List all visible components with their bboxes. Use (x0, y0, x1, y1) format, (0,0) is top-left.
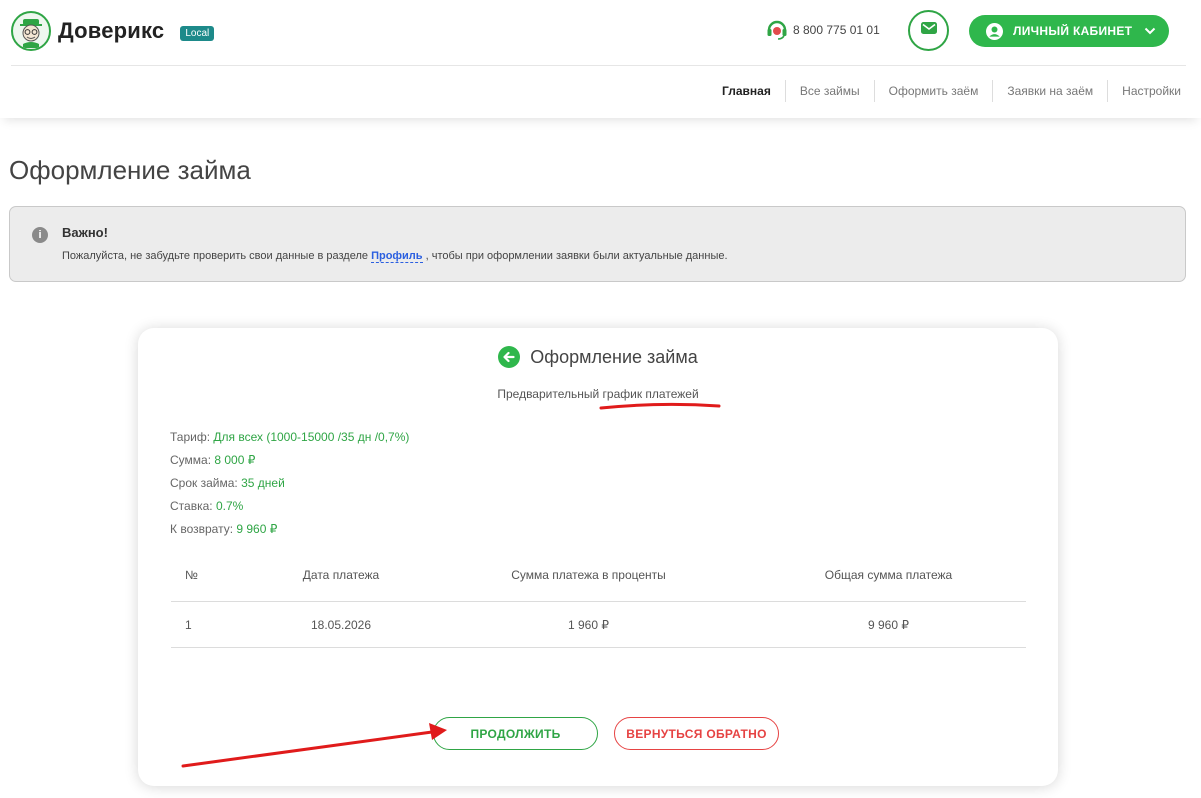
continue-button[interactable]: ПРОДОЛЖИТЬ (433, 717, 598, 750)
mail-icon (920, 19, 938, 42)
nav-item-all-loans[interactable]: Все займы (784, 80, 874, 102)
alert-text-before: Пожалуйста, не забудьте проверить свои д… (62, 250, 372, 262)
table-header-row: № Дата платежа Сумма платежа в проценты … (171, 568, 1026, 602)
cell-number: 1 (185, 618, 192, 632)
nav-item-home[interactable]: Главная (708, 80, 785, 102)
info-label: К возврату: (170, 522, 237, 536)
info-value: 0.7% (215, 499, 244, 513)
card-header: Оформление займа (138, 346, 1058, 368)
main-nav: Главная Все займы Оформить заём Заявки н… (708, 80, 1181, 102)
user-circle-icon (986, 22, 1003, 40)
loan-info: Тариф: Для всех (1000-15000 /35 дн /0,7%… (170, 429, 409, 544)
info-icon: i (32, 227, 48, 243)
cell-interest: 1 960 ₽ (568, 618, 609, 632)
nav-item-loan-requests[interactable]: Заявки на заём (992, 80, 1107, 102)
page-title: Оформление займа (9, 155, 251, 185)
card-title: Оформление займа (530, 346, 698, 367)
alert-text-after: , чтобы при оформлении заявки были актуа… (422, 250, 728, 262)
alert-title: Важно! (62, 225, 108, 240)
site-header: Доверикс Local 8 800 775 01 01 ЛИЧНЫЙ КА… (0, 0, 1201, 118)
go-back-button[interactable]: ВЕРНУТЬСЯ ОБРАТНО (614, 717, 779, 750)
back-arrow-icon[interactable] (498, 346, 521, 368)
column-header-interest: Сумма платежа в проценты (511, 568, 666, 582)
env-badge: Local (180, 25, 215, 41)
profile-link[interactable]: Профиль (371, 250, 423, 263)
cabinet-label: ЛИЧНЫЙ КАБИНЕТ (1013, 24, 1133, 38)
headset-icon (765, 18, 789, 43)
info-value: 9 960 ₽ (236, 522, 278, 536)
info-value: Для всех (1000-15000 /35 дн /0,7%) (213, 430, 410, 444)
cell-total: 9 960 ₽ (868, 618, 909, 632)
payment-schedule-table: № Дата платежа Сумма платежа в проценты … (171, 568, 1026, 648)
info-label: Тариф: (170, 430, 214, 444)
header-divider (11, 65, 1186, 66)
support-phone[interactable]: 8 800 775 01 01 (765, 18, 880, 42)
messages-button[interactable] (908, 10, 949, 51)
info-label: Ставка: (170, 499, 216, 513)
card-subtitle: Предварительный график платежей (497, 387, 699, 401)
nav-item-settings[interactable]: Настройки (1107, 80, 1181, 102)
nav-item-apply-loan[interactable]: Оформить заём (873, 80, 993, 102)
loan-application-card: Оформление займа Предварительный график … (138, 328, 1058, 786)
info-row-amount: Сумма: 8 000 ₽ (170, 452, 409, 475)
column-header-number: № (185, 568, 198, 582)
info-row-total: К возврату: 9 960 ₽ (170, 521, 409, 544)
info-label: Срок займа: (170, 476, 242, 490)
info-value: 8 000 ₽ (214, 453, 256, 467)
info-label: Сумма: (170, 453, 215, 467)
brand-logo[interactable]: Доверикс Local (11, 10, 215, 52)
column-header-date: Дата платежа (302, 568, 380, 582)
phone-number: 8 800 775 01 01 (793, 23, 880, 37)
info-row-rate: Ставка: 0.7% (170, 498, 409, 521)
info-row-term: Срок займа: 35 дней (170, 475, 409, 498)
alert-text: Пожалуйста, не забудьте проверить свои д… (62, 250, 728, 263)
mascot-icon (11, 11, 51, 51)
column-header-total: Общая сумма платежа (824, 568, 953, 582)
brand-name: Доверикс (58, 18, 165, 43)
table-row: 1 18.05.2026 1 960 ₽ 9 960 ₽ (171, 602, 1026, 648)
chevron-down-icon (1144, 27, 1156, 35)
personal-cabinet-button[interactable]: ЛИЧНЫЙ КАБИНЕТ (969, 15, 1169, 47)
info-value: 35 дней (241, 476, 285, 490)
cell-date: 18.05.2026 (310, 618, 372, 632)
info-row-tariff: Тариф: Для всех (1000-15000 /35 дн /0,7%… (170, 429, 409, 452)
important-alert: i Важно! Пожалуйста, не забудьте провери… (9, 206, 1186, 282)
